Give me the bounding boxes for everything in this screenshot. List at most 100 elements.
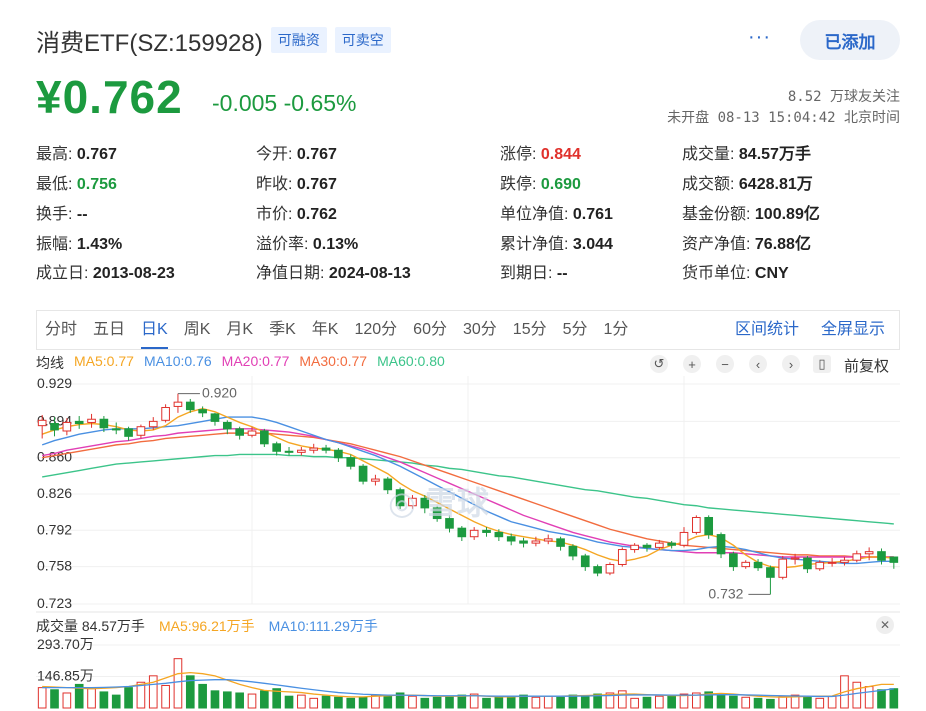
- ma-label: 均线: [36, 355, 64, 371]
- more-icon[interactable]: ···: [748, 26, 771, 49]
- tab-monthly-k[interactable]: 月K: [218, 311, 261, 349]
- candle-body: [358, 465, 368, 482]
- short-tag[interactable]: 可卖空: [334, 27, 391, 53]
- current-price: ¥0.762: [36, 71, 183, 123]
- volume-bar: [235, 692, 244, 709]
- volume-bar: [37, 687, 47, 709]
- quote-market-price: 市价: 0.762: [256, 206, 337, 223]
- fullscreen-link[interactable]: 全屏显示: [821, 311, 885, 349]
- volume-bar: [74, 683, 84, 709]
- adjust-restore-select[interactable]: 前复权: [844, 355, 889, 376]
- quote-cum-nav: 累计净值: 3.044: [500, 236, 613, 253]
- volume-bar: [111, 694, 121, 709]
- quote-amount: 成交额: 6428.81万: [682, 176, 813, 193]
- tab-120min[interactable]: 120分: [346, 311, 405, 349]
- tab-yearly-k[interactable]: 年K: [304, 311, 347, 349]
- quote-nav-date: 净值日期: 2024-08-13: [256, 265, 411, 282]
- volume-bar: [580, 695, 590, 709]
- volume-bar: [161, 684, 170, 709]
- volume-bar: [358, 696, 368, 709]
- candle-type-icon[interactable]: ▯: [813, 355, 831, 373]
- candle-body: [766, 567, 775, 578]
- candle-body: [272, 443, 282, 452]
- volume-bar: [432, 696, 442, 709]
- candle-body: [494, 531, 504, 538]
- volume-bar: [667, 694, 676, 709]
- quote-low: 最低: 0.756: [36, 176, 117, 193]
- tab-quarterly-k[interactable]: 季K: [261, 311, 304, 349]
- header-row: 消费ETF(SZ:159928) 可融资 可卖空: [36, 24, 391, 57]
- candle-body: [778, 558, 788, 578]
- tab-daily-k[interactable]: 日K: [133, 311, 176, 349]
- candle-body: [605, 563, 615, 574]
- zoom-out-icon[interactable]: −: [716, 355, 734, 373]
- quote-limit-up: 涨停: 0.844: [500, 146, 581, 163]
- volume-bar: [395, 692, 405, 709]
- volume-bar: [87, 688, 96, 709]
- volume-bar: [827, 695, 837, 709]
- candle-body: [235, 428, 244, 436]
- tab-5day[interactable]: 五日: [85, 311, 133, 349]
- candle-body: [692, 516, 701, 533]
- volume-bar: [630, 697, 639, 709]
- volume-bar: [420, 697, 430, 709]
- volume-bar: [222, 691, 232, 709]
- tab-30min[interactable]: 30分: [455, 311, 505, 349]
- volume-bar: [260, 690, 269, 709]
- quote-established: 成立日: 2013-08-23: [36, 265, 175, 282]
- candle-body: [630, 544, 639, 551]
- volume-bar: [877, 689, 886, 709]
- volume-bar: [247, 693, 257, 709]
- candle-body: [62, 421, 72, 432]
- pan-left-icon[interactable]: ‹: [749, 355, 767, 373]
- candle-body: [543, 538, 553, 542]
- period-tabs: 分时 五日 日K 周K 月K 季K 年K 120分 60分 30分 15分 5分…: [36, 310, 900, 350]
- tab-intraday[interactable]: 分时: [37, 311, 85, 349]
- quote-net-asset: 资产净值: 76.88亿: [682, 236, 811, 253]
- volume-bar: [679, 693, 689, 709]
- watermark-logo: ◎ 雪球: [388, 485, 489, 521]
- candle-body: [741, 561, 751, 568]
- candle-body: [124, 428, 133, 437]
- candle-body: [827, 561, 837, 564]
- reset-icon[interactable]: ↺: [650, 355, 668, 373]
- candle-body: [37, 419, 47, 427]
- candle-body: [877, 551, 886, 561]
- close-volume-icon[interactable]: ✕: [876, 616, 894, 634]
- margin-tag[interactable]: 可融资: [270, 27, 327, 53]
- quote-expiry: 到期日: --: [500, 265, 568, 282]
- volume-bar: [309, 697, 319, 709]
- interval-stats-link[interactable]: 区间统计: [735, 311, 799, 349]
- candle-body: [50, 423, 59, 431]
- volume-bar: [519, 694, 528, 709]
- candle-body: [185, 401, 195, 411]
- y-tick-label: 0.826: [37, 485, 72, 501]
- candle-body: [321, 447, 331, 451]
- tab-60min[interactable]: 60分: [405, 311, 455, 349]
- volume-bar: [185, 675, 195, 709]
- volume-bar: [198, 683, 207, 709]
- volume-bar: [148, 675, 158, 709]
- tab-1min[interactable]: 1分: [596, 311, 637, 349]
- volume-bar: [482, 697, 491, 709]
- candle-body: [580, 555, 590, 568]
- volume-current: 成交量 84.57万手: [36, 618, 145, 634]
- candle-body: [642, 544, 652, 548]
- quote-open: 今开: 0.767: [256, 146, 337, 163]
- volume-bar: [136, 681, 146, 709]
- added-button[interactable]: 已添加: [800, 20, 900, 60]
- volume-bar: [840, 675, 849, 709]
- candle-body: [815, 561, 825, 570]
- candle-body: [111, 428, 121, 431]
- tab-weekly-k[interactable]: 周K: [176, 311, 219, 349]
- volume-bar: [210, 690, 220, 709]
- candle-body: [297, 449, 306, 453]
- pan-right-icon[interactable]: ›: [782, 355, 800, 373]
- zoom-in-icon[interactable]: +: [683, 355, 701, 373]
- candle-body: [346, 457, 356, 467]
- ma10-value: MA10:0.76: [143, 353, 212, 369]
- candle-body: [753, 561, 763, 569]
- tab-5min[interactable]: 5分: [555, 311, 596, 349]
- volume-bar: [445, 695, 454, 709]
- tab-15min[interactable]: 15分: [505, 311, 555, 349]
